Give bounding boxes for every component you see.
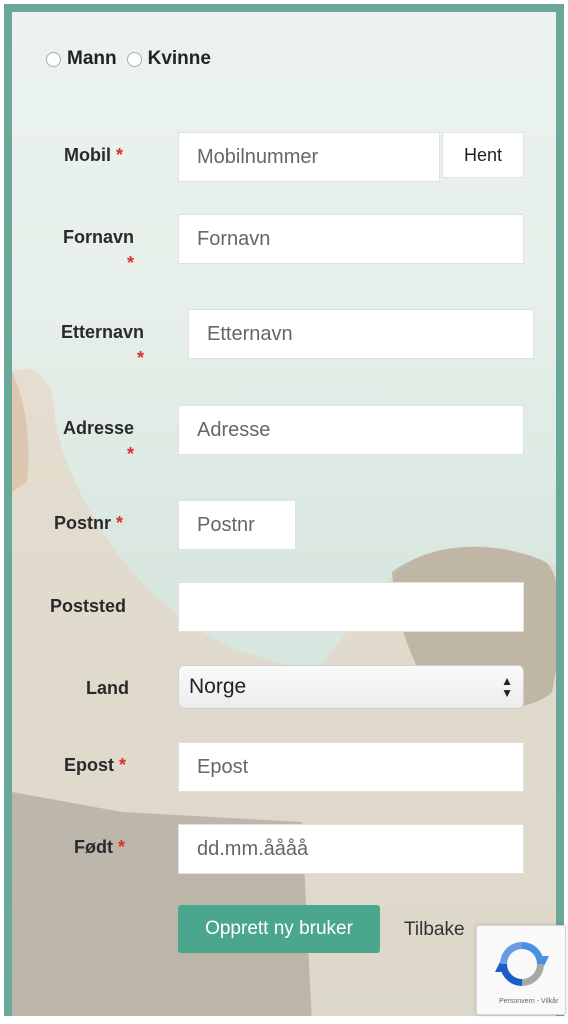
- hent-button[interactable]: Hent: [442, 132, 524, 178]
- required-mark: *: [126, 253, 134, 273]
- required-mark: *: [116, 513, 124, 533]
- mobil-label: Mobil *: [64, 145, 124, 165]
- radio-kvinne-label: Kvinne: [147, 48, 211, 69]
- postnr-input[interactable]: Postnr: [178, 500, 296, 550]
- fornavn-label: Fornavn *: [54, 224, 134, 276]
- fodt-label: Født *: [74, 837, 126, 857]
- required-mark: *: [119, 755, 127, 775]
- epost-label: Epost *: [64, 755, 127, 775]
- radio-kvinne[interactable]: [126, 51, 142, 67]
- back-link[interactable]: Tilbake: [404, 919, 465, 941]
- radio-mann[interactable]: [46, 51, 61, 67]
- adresse-label: Adresse *: [56, 415, 134, 467]
- land-select-value: Norge: [189, 675, 247, 698]
- etternavn-label: Etternavn *: [46, 319, 144, 371]
- create-user-button[interactable]: Opprett ny bruker: [178, 905, 380, 953]
- gender-radio-group: Mann Kvinne: [46, 48, 215, 70]
- etternavn-input[interactable]: Etternavn: [188, 309, 534, 359]
- epost-input[interactable]: Epost: [178, 742, 524, 792]
- recaptcha-badge[interactable]: Personvern - Vilkår: [476, 925, 566, 1015]
- poststed-input[interactable]: [178, 582, 524, 632]
- land-select[interactable]: Norge ▲ ▼: [178, 665, 524, 709]
- poststed-label: Poststed: [50, 596, 127, 616]
- mobil-input[interactable]: Mobilnummer: [178, 132, 440, 182]
- radio-mann-label: Mann: [67, 48, 117, 69]
- select-arrows-icon: ▲ ▼: [501, 674, 513, 700]
- recaptcha-icon: [495, 942, 549, 986]
- land-label: Land: [86, 678, 129, 698]
- required-mark: *: [136, 348, 144, 368]
- registration-panel: Mann Kvinne Mobil * Mobilnummer Hent For…: [4, 4, 564, 1016]
- required-mark: *: [118, 837, 126, 857]
- adresse-input[interactable]: Adresse: [178, 405, 524, 455]
- required-mark: *: [126, 444, 134, 464]
- recaptcha-text: Personvern - Vilkår: [499, 998, 559, 1005]
- postnr-label: Postnr *: [54, 513, 124, 533]
- required-mark: *: [116, 145, 124, 165]
- fodt-input[interactable]: dd.mm.åååå: [178, 824, 524, 874]
- fornavn-input[interactable]: Fornavn: [178, 214, 524, 264]
